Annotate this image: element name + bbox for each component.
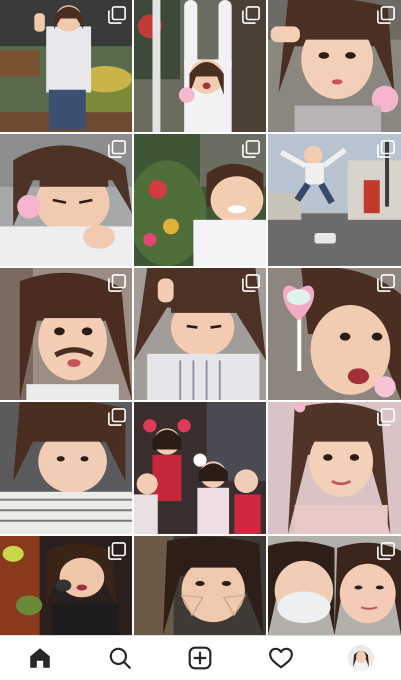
post-thumbnail[interactable]	[134, 402, 266, 534]
tab-search[interactable]	[100, 638, 140, 678]
multiple-photos-icon	[377, 542, 395, 560]
multiple-photos-icon	[377, 140, 395, 158]
post-thumbnail[interactable]	[134, 536, 266, 635]
post-thumbnail[interactable]	[268, 134, 401, 266]
avatar	[347, 645, 374, 671]
post-thumbnail[interactable]	[0, 0, 132, 132]
home-icon	[30, 648, 50, 668]
post-thumbnail[interactable]	[0, 402, 132, 534]
multiple-photos-icon	[108, 408, 126, 426]
post-thumbnail[interactable]	[0, 268, 132, 400]
post-thumbnail[interactable]	[134, 268, 266, 400]
tab-activity[interactable]	[261, 638, 301, 678]
post-photo	[134, 536, 266, 635]
multiple-photos-icon	[242, 274, 260, 292]
post-thumbnail[interactable]	[268, 268, 401, 400]
post-photo	[134, 402, 266, 534]
profile-post-grid	[0, 0, 401, 635]
multiple-photos-icon	[377, 274, 395, 292]
heart-icon	[268, 647, 293, 669]
multiple-photos-icon	[242, 6, 260, 24]
post-thumbnail[interactable]	[268, 402, 401, 534]
multiple-photos-icon	[108, 542, 126, 560]
post-thumbnail[interactable]	[0, 134, 132, 266]
post-thumbnail[interactable]	[0, 536, 132, 635]
add-post-icon	[189, 646, 212, 670]
search-icon	[109, 647, 132, 669]
post-thumbnail[interactable]	[268, 536, 401, 635]
post-thumbnail[interactable]	[268, 0, 401, 132]
profile-avatar-image	[347, 645, 374, 671]
multiple-photos-icon	[108, 6, 126, 24]
bottom-tab-bar	[0, 635, 401, 680]
tab-new-post[interactable]	[180, 638, 220, 678]
multiple-photos-icon	[108, 274, 126, 292]
post-thumbnail[interactable]	[134, 134, 266, 266]
multiple-photos-icon	[242, 140, 260, 158]
tab-home[interactable]	[20, 638, 60, 678]
post-thumbnail[interactable]	[134, 0, 266, 132]
multiple-photos-icon	[108, 140, 126, 158]
tab-profile[interactable]	[341, 638, 381, 678]
multiple-photos-icon	[377, 6, 395, 24]
multiple-photos-icon	[377, 408, 395, 426]
